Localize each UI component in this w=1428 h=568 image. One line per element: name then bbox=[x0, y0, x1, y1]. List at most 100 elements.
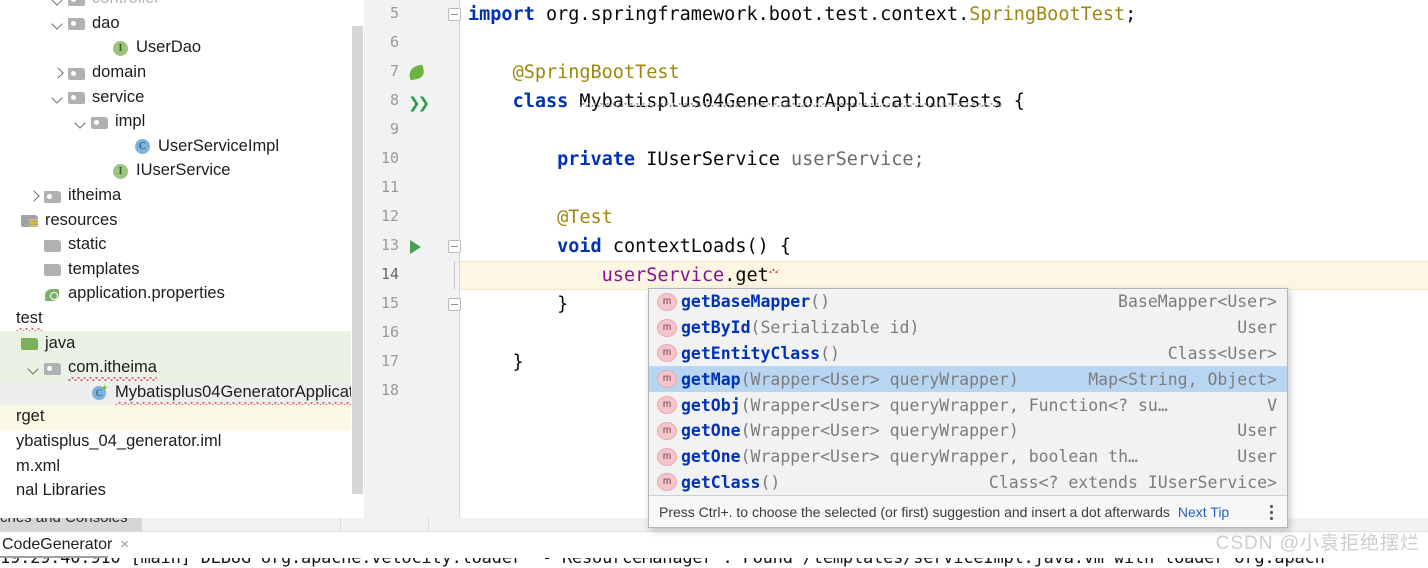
gutter-row[interactable]: 14 bbox=[364, 261, 459, 290]
gutter-row[interactable]: 6 bbox=[364, 29, 459, 58]
gutter-row[interactable]: 18 bbox=[364, 377, 459, 406]
tree-scrollbar-track[interactable] bbox=[351, 0, 364, 518]
interface-icon bbox=[112, 163, 130, 180]
autocomplete-item[interactable]: m getClass() Class<? extends IUserService> bbox=[649, 470, 1287, 496]
code-line[interactable]: private IUserService userService; bbox=[460, 145, 1428, 174]
tree-item-nal-libraries[interactable]: nal Libraries bbox=[0, 479, 364, 504]
autocomplete-signature: getClass() bbox=[681, 473, 989, 492]
code-line[interactable]: @Test bbox=[460, 203, 1428, 232]
tree-item-service[interactable]: service bbox=[0, 85, 364, 110]
autocomplete-method-name: getBaseMapper bbox=[681, 292, 811, 312]
code-line[interactable]: void contextLoads() { bbox=[460, 232, 1428, 261]
tree-item-application-properties[interactable]: application.properties bbox=[0, 282, 364, 307]
tree-scrollbar-thumb[interactable] bbox=[352, 26, 363, 494]
autocomplete-signature: getOne(Wrapper<User> queryWrapper) bbox=[681, 421, 1237, 440]
editor-gutter[interactable]: 5 6 7 8 ❯❯ 9 10 11 12 13 14 15 16 17 18 bbox=[364, 0, 461, 518]
gutter-row[interactable]: 15 bbox=[364, 290, 461, 319]
tree-item-controller[interactable]: controller bbox=[0, 0, 364, 12]
tree-item-test[interactable]: test bbox=[0, 307, 364, 333]
chevron-right-icon[interactable] bbox=[28, 190, 41, 203]
code-line[interactable] bbox=[460, 29, 1428, 58]
tree-item-dao[interactable]: dao bbox=[0, 12, 364, 37]
tree-item-com-itheima[interactable]: com.itheima bbox=[0, 355, 364, 382]
gutter-row[interactable]: 17 bbox=[364, 348, 459, 377]
package-folder-icon bbox=[68, 0, 86, 8]
close-icon[interactable]: × bbox=[120, 536, 129, 553]
autocomplete-popup[interactable]: m getBaseMapper() BaseMapper<User> m getById… bbox=[648, 288, 1288, 529]
autocomplete-item[interactable]: m getOne(Wrapper<User> queryWrapper) User bbox=[649, 418, 1287, 444]
autocomplete-item[interactable]: m getById(Serializable id) User bbox=[649, 315, 1287, 341]
code-line[interactable]: import org.springframework.boot.test.con… bbox=[460, 0, 1428, 29]
tree-item-static[interactable]: static bbox=[0, 233, 364, 258]
gutter-row[interactable]: 7 bbox=[364, 58, 459, 87]
more-options-icon[interactable] bbox=[1265, 503, 1279, 521]
autocomplete-item[interactable]: m getEntityClass() Class<User> bbox=[649, 341, 1287, 367]
gutter-row[interactable]: 5 bbox=[364, 0, 461, 29]
code-token: ; bbox=[1125, 4, 1137, 25]
code-line[interactable] bbox=[460, 174, 1428, 203]
gutter-row[interactable]: 10 bbox=[364, 145, 459, 174]
autocomplete-item[interactable]: m getMap(Wrapper<User> queryWrapper) Map<S… bbox=[649, 366, 1287, 393]
gutter-row[interactable]: 13 bbox=[364, 232, 461, 261]
chevron-down-icon[interactable] bbox=[75, 116, 88, 129]
tree-item-userserviceimpl[interactable]: UserServiceImpl bbox=[0, 135, 364, 160]
tree-item-ybatisplus-04-generator-iml[interactable]: ybatisplus_04_generator.iml bbox=[0, 430, 364, 455]
autocomplete-list[interactable]: m getBaseMapper() BaseMapper<User> m getById… bbox=[649, 289, 1287, 496]
gutter-row[interactable]: 8 ❯❯ bbox=[364, 87, 459, 116]
tree-item-rget[interactable]: rget bbox=[0, 405, 364, 430]
ide-window: controller dao UserDao domain service impl Use… bbox=[0, 0, 1428, 568]
gutter-row[interactable]: 12 bbox=[364, 203, 459, 232]
tree-item-label: rget bbox=[16, 407, 45, 426]
tree-item-java[interactable]: java bbox=[0, 331, 364, 356]
autocomplete-item[interactable]: m getOne(Wrapper<User> queryWrapper, bool… bbox=[649, 444, 1287, 470]
folder-icon bbox=[44, 237, 62, 254]
tree-item-iuserservice[interactable]: IUserService bbox=[0, 159, 364, 184]
tree-item-domain[interactable]: domain bbox=[0, 61, 364, 86]
tree-item-resources[interactable]: resources bbox=[0, 208, 364, 233]
gutter-row[interactable]: 9 bbox=[364, 116, 459, 145]
tree-item-mybatisplus04generatorapplicationte[interactable]: Mybatisplus04GeneratorApplicationTe bbox=[0, 380, 364, 406]
code-token: Mybatisplus04GeneratorApplicationTests bbox=[579, 91, 1003, 112]
code-line[interactable] bbox=[460, 116, 1428, 145]
tree-item-templates[interactable]: templates bbox=[0, 258, 364, 283]
chevron-down-icon[interactable] bbox=[52, 91, 65, 104]
code-line[interactable]: userService.get bbox=[460, 261, 1428, 290]
tool-window-header-tab[interactable]: ches and Consoles bbox=[0, 518, 142, 532]
project-tree-list: controller dao UserDao domain service impl Use… bbox=[0, 0, 364, 503]
code-line[interactable]: @SpringBootTest bbox=[460, 58, 1428, 87]
chevron-down-icon[interactable] bbox=[28, 362, 41, 375]
chevron-down-icon[interactable] bbox=[52, 17, 65, 30]
autocomplete-method-name: getClass bbox=[681, 472, 761, 492]
run-arrow-icon[interactable] bbox=[410, 240, 421, 254]
gutter-row[interactable]: 11 bbox=[364, 174, 459, 203]
tree-item-itheima[interactable]: itheima bbox=[0, 184, 364, 209]
chevron-right-icon[interactable] bbox=[52, 67, 65, 80]
project-tree-panel[interactable]: controller dao UserDao domain service impl Use… bbox=[0, 0, 364, 518]
tree-item-label: nal Libraries bbox=[16, 481, 106, 500]
method-icon: m bbox=[657, 396, 677, 415]
gutter-row[interactable]: 16 bbox=[364, 319, 459, 348]
line-number: 9 bbox=[389, 120, 399, 138]
run-configuration-tab[interactable]: CodeGenerator × bbox=[0, 532, 136, 557]
package-folder-icon bbox=[91, 114, 109, 131]
tree-item-m-xml[interactable]: m.xml bbox=[0, 454, 364, 479]
next-tip-link[interactable]: Next Tip bbox=[1178, 504, 1229, 520]
autocomplete-item[interactable]: m getObj(Wrapper<User> queryWrapper, Func… bbox=[649, 392, 1287, 418]
double-chevron-icon[interactable]: ❯❯ bbox=[408, 94, 430, 112]
code-line[interactable]: class Mybatisplus04GeneratorApplicationT… bbox=[460, 87, 1428, 116]
console-log-line: 19:29:40.910 [main] DEBUG org.apache.vel… bbox=[0, 558, 1325, 568]
line-number: 10 bbox=[380, 149, 399, 167]
tree-item-userdao[interactable]: UserDao bbox=[0, 36, 364, 61]
autocomplete-item[interactable]: m getBaseMapper() BaseMapper<User> bbox=[649, 289, 1287, 315]
spring-leaf-icon[interactable] bbox=[407, 64, 426, 81]
code-token: void bbox=[557, 236, 613, 257]
tree-item-impl[interactable]: impl bbox=[0, 110, 364, 135]
chevron-down-icon[interactable] bbox=[52, 0, 65, 6]
